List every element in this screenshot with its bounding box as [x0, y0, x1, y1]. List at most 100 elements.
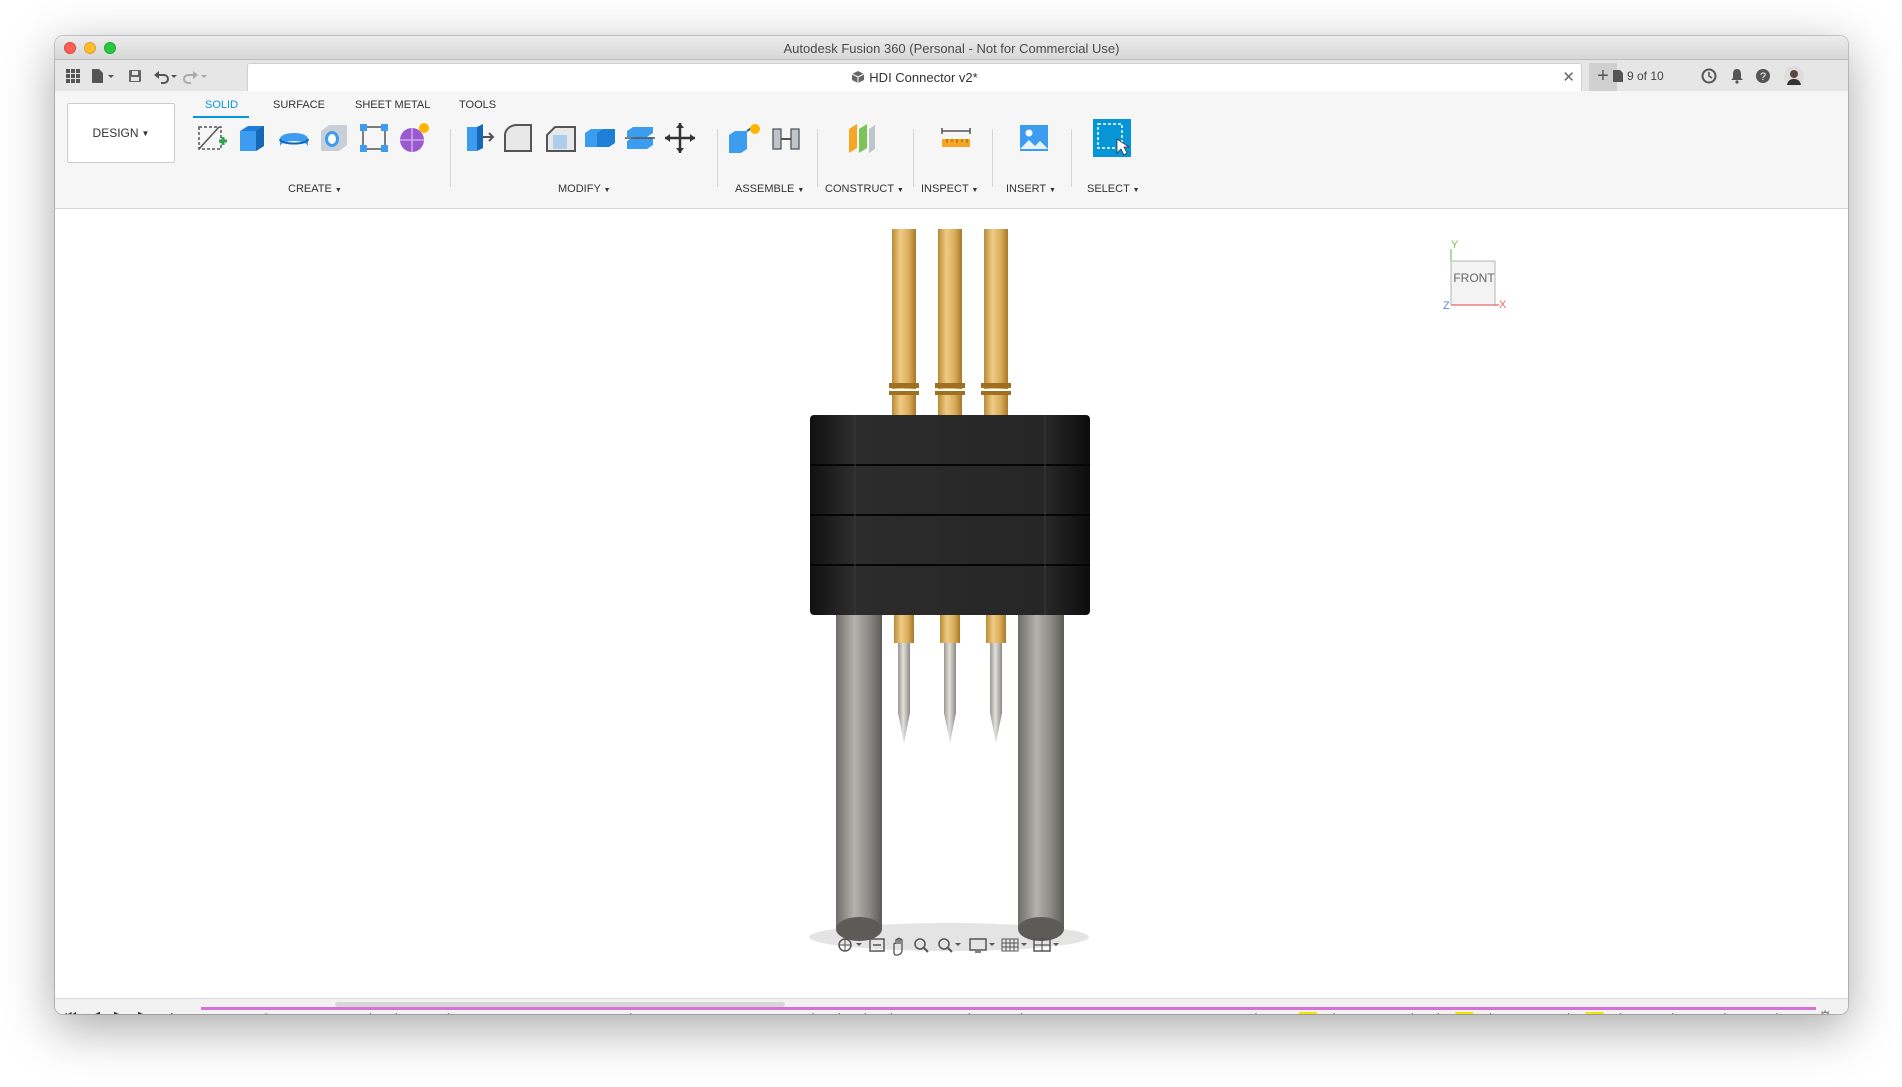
new-component-icon[interactable]	[727, 121, 761, 155]
title-bar: Autodesk Fusion 360 (Personal - Not for …	[55, 36, 1848, 60]
extrude-icon[interactable]	[235, 121, 269, 155]
save-icon[interactable]	[125, 66, 145, 86]
fillet-icon[interactable]	[501, 121, 535, 155]
timeline-feature-move-icon[interactable]	[362, 1013, 378, 1014]
divider	[913, 129, 914, 187]
step-back-icon[interactable]: ◀	[87, 1008, 103, 1014]
inspect-group-label[interactable]: INSPECT ▼	[921, 183, 978, 195]
modify-group-label[interactable]: MODIFY ▼	[558, 183, 611, 195]
split-body-icon[interactable]	[623, 121, 657, 155]
move-copy-icon[interactable]	[663, 121, 697, 155]
close-tab-icon[interactable]: ✕	[1562, 68, 1575, 86]
timeline-feature-move-icon[interactable]	[1482, 1013, 1498, 1014]
timeline-feature-move-icon[interactable]	[831, 1013, 847, 1014]
press-pull-icon[interactable]	[461, 121, 495, 155]
tab-tools[interactable]: TOOLS	[459, 99, 496, 111]
zoom-icon[interactable]	[914, 938, 929, 953]
workspace-label: DESIGN	[92, 126, 139, 140]
revolve-icon[interactable]	[277, 121, 311, 155]
redo-icon[interactable]	[181, 66, 209, 86]
undo-icon[interactable]	[151, 66, 179, 86]
grid-snap-icon[interactable]	[1001, 938, 1027, 952]
tab-solid[interactable]: SOLID	[205, 99, 238, 111]
select-group-label[interactable]: SELECT ▼	[1087, 183, 1140, 195]
assemble-group-label[interactable]: ASSEMBLE ▼	[735, 183, 804, 195]
timeline-feature-move-icon[interactable]	[1613, 1013, 1629, 1014]
create-form-icon[interactable]	[397, 121, 431, 155]
pan-hand-icon[interactable]	[893, 937, 903, 956]
divider	[717, 129, 718, 187]
combine-icon[interactable]	[583, 121, 617, 155]
notifications-bell-icon[interactable]	[1727, 66, 1747, 86]
rectangular-pattern-icon[interactable]	[357, 121, 391, 155]
go-to-end-icon[interactable]: ⏭	[159, 1008, 175, 1014]
create-sketch-icon[interactable]	[195, 121, 229, 155]
top-pins[interactable]	[889, 229, 1011, 415]
document-tab[interactable]: HDI Connector v2* ✕	[247, 63, 1582, 91]
user-avatar[interactable]	[1784, 66, 1804, 86]
offset-plane-icon[interactable]	[845, 121, 879, 155]
timeline-feature-move-icon[interactable]	[1769, 1013, 1785, 1014]
timeline-feature-move-icon[interactable]	[258, 1013, 274, 1014]
timeline-feature-sketch-highlight-icon[interactable]	[1299, 1012, 1318, 1014]
timeline-feature-move-icon[interactable]	[857, 1013, 873, 1014]
model-canvas[interactable]	[55, 209, 1848, 999]
timeline-feature-move-icon[interactable]	[1326, 1013, 1342, 1014]
play-icon[interactable]: ▶	[111, 1008, 127, 1014]
timeline-features[interactable]	[201, 1011, 1821, 1014]
timeline-feature-move-icon[interactable]	[1404, 1013, 1420, 1014]
data-panel-grid-icon[interactable]	[63, 66, 83, 86]
timeline-feature-move-icon[interactable]	[1665, 1013, 1681, 1014]
version-badge[interactable]: 9 of 10	[1627, 69, 1664, 83]
timeline-feature-move-icon[interactable]	[1430, 1013, 1446, 1014]
timeline-settings-gear-icon[interactable]: ⚙	[1818, 1007, 1836, 1014]
workspace-switcher[interactable]: DESIGN ▼	[67, 103, 175, 163]
job-status-icon[interactable]	[1699, 66, 1719, 86]
hole-icon[interactable]	[317, 121, 351, 155]
timeline-feature-move-icon[interactable]	[440, 1013, 456, 1014]
bottom-pins[interactable]	[894, 609, 1006, 743]
zoom-window-icon[interactable]	[938, 938, 961, 953]
timeline-feature-sketch-highlight-icon[interactable]	[1455, 1012, 1474, 1014]
timeline-feature-move-icon[interactable]	[388, 1013, 404, 1014]
svg-text:?: ?	[1760, 71, 1766, 83]
insert-group-label[interactable]: INSERT ▼	[1006, 183, 1056, 195]
look-at-icon[interactable]	[869, 938, 885, 952]
axis-y-label: Y	[1451, 239, 1459, 251]
timeline-feature-move-icon[interactable]	[1717, 1013, 1733, 1014]
create-group-label[interactable]: CREATE ▼	[288, 183, 342, 195]
display-settings-icon[interactable]	[969, 938, 995, 953]
timeline-feature-move-icon[interactable]	[1014, 1013, 1030, 1014]
select-icon[interactable]	[1093, 119, 1131, 157]
go-to-start-icon[interactable]: ⏮	[63, 1008, 79, 1014]
joint-icon[interactable]	[769, 121, 803, 155]
file-menu-icon[interactable]	[88, 66, 116, 86]
timeline-feature-move-icon[interactable]	[961, 1013, 977, 1014]
measure-icon[interactable]	[939, 121, 973, 155]
timeline-feature-move-icon[interactable]	[1248, 1013, 1264, 1014]
timeline-feature-move-icon[interactable]	[623, 1013, 639, 1014]
divider	[450, 129, 451, 187]
chevron-down-icon: ▼	[797, 187, 805, 194]
fusion-window: Autodesk Fusion 360 (Personal - Not for …	[55, 36, 1848, 1014]
timeline-feature-move-icon[interactable]	[1561, 1013, 1577, 1014]
divider	[1071, 129, 1072, 187]
viewcube-face-label[interactable]: FRONT	[1447, 271, 1501, 285]
tab-surface[interactable]: SURFACE	[273, 99, 325, 111]
divider	[992, 129, 993, 187]
orbit-icon[interactable]	[838, 938, 862, 952]
step-forward-icon[interactable]: ▶	[135, 1008, 151, 1014]
help-icon[interactable]: ?	[1753, 66, 1773, 86]
insert-image-icon[interactable]	[1017, 121, 1051, 155]
viewports-icon[interactable]	[1033, 938, 1059, 952]
timeline-feature-move-icon[interactable]	[883, 1013, 899, 1014]
timeline-feature-sketch-highlight-icon[interactable]	[1585, 1012, 1604, 1014]
tab-sheet-metal[interactable]: SHEET METAL	[355, 99, 430, 111]
timeline-feature-move-icon[interactable]	[805, 1013, 821, 1014]
chamfer-icon[interactable]	[543, 121, 577, 155]
construct-group-label[interactable]: CONSTRUCT ▼	[825, 183, 904, 195]
connector-housing[interactable]	[810, 415, 1090, 615]
chevron-down-icon: ▼	[1132, 187, 1140, 194]
canvas-viewport[interactable]: Y X Z FRONT	[55, 209, 1848, 999]
version-icon[interactable]	[1608, 66, 1628, 86]
